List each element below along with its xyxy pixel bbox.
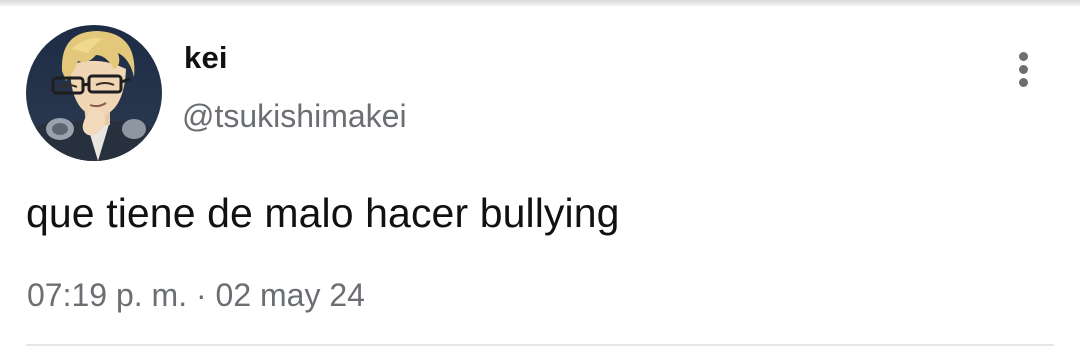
- author-handle[interactable]: @tsukishimakei: [182, 98, 407, 135]
- avatar-image: [26, 25, 162, 161]
- tweet-timestamp[interactable]: 07:19 p. m. · 02 may 24: [27, 277, 365, 314]
- avatar[interactable]: [26, 25, 162, 161]
- tweet-text: que tiene de malo hacer bullying: [26, 190, 620, 236]
- bottom-divider: [26, 344, 1054, 346]
- tweet-card: kei @tsukishimakei que tiene de malo hac…: [0, 0, 1080, 360]
- more-options-button[interactable]: [1004, 46, 1044, 90]
- author-name[interactable]: kei: [184, 40, 228, 76]
